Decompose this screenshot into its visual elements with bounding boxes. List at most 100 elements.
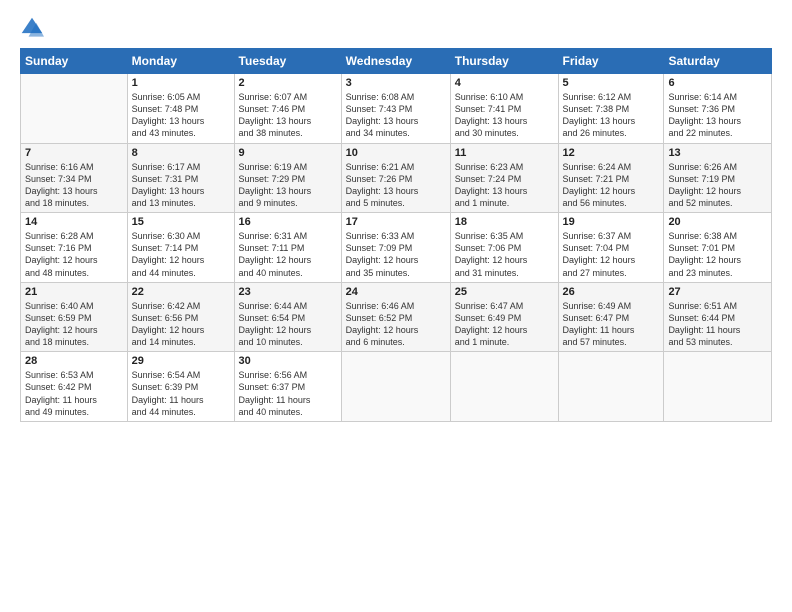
day-number: 15	[132, 216, 230, 228]
calendar-cell: 7 Sunrise: 6:16 AM Sunset: 7:34 PM Daylig…	[21, 143, 128, 213]
calendar-cell: 13 Sunrise: 6:26 AM Sunset: 7:19 PM Dayli…	[664, 143, 772, 213]
day-info: Sunrise: 6:14 AM Sunset: 7:36 PM Dayligh…	[668, 91, 767, 140]
day-info: Sunrise: 6:19 AM Sunset: 7:29 PM Dayligh…	[239, 161, 337, 210]
calendar-cell	[558, 352, 664, 422]
day-info: Sunrise: 6:35 AM Sunset: 7:06 PM Dayligh…	[455, 230, 554, 279]
calendar-cell: 24Sunrise: 6:46 AM Sunset: 6:52 PM Dayli…	[341, 282, 450, 352]
day-info: Sunrise: 6:07 AM Sunset: 7:46 PM Dayligh…	[239, 91, 337, 140]
calendar-cell	[664, 352, 772, 422]
day-info: Sunrise: 6:24 AM Sunset: 7:21 PM Dayligh…	[563, 161, 660, 210]
calendar-cell: 27 Sunrise: 6:51 AM Sunset: 6:44 PM Dayli…	[664, 282, 772, 352]
day-number: 24	[346, 286, 446, 298]
calendar-cell	[21, 74, 128, 144]
day-info: Sunrise: 6:44 AM Sunset: 6:54 PM Dayligh…	[239, 300, 337, 349]
calendar-week-row: 21 Sunrise: 6:40 AM Sunset: 6:59 PM Dayli…	[21, 282, 772, 352]
calendar-cell: 21 Sunrise: 6:40 AM Sunset: 6:59 PM Dayli…	[21, 282, 128, 352]
weekday-header-row: SundayMondayTuesdayWednesdayThursdayFrid…	[21, 49, 772, 74]
day-number: 21	[25, 286, 123, 298]
day-info: Sunrise: 6:33 AM Sunset: 7:09 PM Dayligh…	[346, 230, 446, 279]
weekday-header: Wednesday	[341, 49, 450, 74]
weekday-header: Sunday	[21, 49, 128, 74]
weekday-header: Friday	[558, 49, 664, 74]
day-info: Sunrise: 6:23 AM Sunset: 7:24 PM Dayligh…	[455, 161, 554, 210]
calendar-cell: 15Sunrise: 6:30 AM Sunset: 7:14 PM Dayli…	[127, 213, 234, 283]
day-number: 27	[668, 286, 767, 298]
day-number: 6	[668, 77, 767, 89]
calendar-cell: 26 Sunrise: 6:49 AM Sunset: 6:47 PM Dayli…	[558, 282, 664, 352]
day-number: 10	[346, 147, 446, 159]
day-info: Sunrise: 6:37 AM Sunset: 7:04 PM Dayligh…	[563, 230, 660, 279]
day-info: Sunrise: 6:12 AM Sunset: 7:38 PM Dayligh…	[563, 91, 660, 140]
calendar-cell: 4 Sunrise: 6:10 AM Sunset: 7:41 PM Daylig…	[450, 74, 558, 144]
calendar-cell: 25 Sunrise: 6:47 AM Sunset: 6:49 PM Dayli…	[450, 282, 558, 352]
day-info: Sunrise: 6:40 AM Sunset: 6:59 PM Dayligh…	[25, 300, 123, 349]
calendar-cell: 2Sunrise: 6:07 AM Sunset: 7:46 PM Daylig…	[234, 74, 341, 144]
calendar-cell: 10 Sunrise: 6:21 AM Sunset: 7:26 PM Dayli…	[341, 143, 450, 213]
day-info: Sunrise: 6:38 AM Sunset: 7:01 PM Dayligh…	[668, 230, 767, 279]
calendar-cell: 16 Sunrise: 6:31 AM Sunset: 7:11 PM Dayli…	[234, 213, 341, 283]
calendar-cell: 30 Sunrise: 6:56 AM Sunset: 6:37 PM Dayli…	[234, 352, 341, 422]
day-number: 18	[455, 216, 554, 228]
calendar-table: SundayMondayTuesdayWednesdayThursdayFrid…	[20, 48, 772, 422]
day-number: 20	[668, 216, 767, 228]
weekday-header: Saturday	[664, 49, 772, 74]
calendar-cell: 1Sunrise: 6:05 AM Sunset: 7:48 PM Daylig…	[127, 74, 234, 144]
day-number: 3	[346, 77, 446, 89]
day-info: Sunrise: 6:42 AM Sunset: 6:56 PM Dayligh…	[132, 300, 230, 349]
calendar-cell: 17Sunrise: 6:33 AM Sunset: 7:09 PM Dayli…	[341, 213, 450, 283]
day-info: Sunrise: 6:49 AM Sunset: 6:47 PM Dayligh…	[563, 300, 660, 349]
day-number: 25	[455, 286, 554, 298]
day-number: 26	[563, 286, 660, 298]
calendar-cell: 11 Sunrise: 6:23 AM Sunset: 7:24 PM Dayli…	[450, 143, 558, 213]
day-info: Sunrise: 6:28 AM Sunset: 7:16 PM Dayligh…	[25, 230, 123, 279]
day-info: Sunrise: 6:17 AM Sunset: 7:31 PM Dayligh…	[132, 161, 230, 210]
calendar-cell: 3 Sunrise: 6:08 AM Sunset: 7:43 PM Daylig…	[341, 74, 450, 144]
day-number: 12	[563, 147, 660, 159]
calendar-cell: 8 Sunrise: 6:17 AM Sunset: 7:31 PM Daylig…	[127, 143, 234, 213]
day-info: Sunrise: 6:26 AM Sunset: 7:19 PM Dayligh…	[668, 161, 767, 210]
weekday-header: Tuesday	[234, 49, 341, 74]
day-info: Sunrise: 6:08 AM Sunset: 7:43 PM Dayligh…	[346, 91, 446, 140]
day-number: 22	[132, 286, 230, 298]
day-number: 5	[563, 77, 660, 89]
calendar-cell: 28 Sunrise: 6:53 AM Sunset: 6:42 PM Dayli…	[21, 352, 128, 422]
calendar-cell: 20 Sunrise: 6:38 AM Sunset: 7:01 PM Dayli…	[664, 213, 772, 283]
day-number: 13	[668, 147, 767, 159]
day-info: Sunrise: 6:16 AM Sunset: 7:34 PM Dayligh…	[25, 161, 123, 210]
day-info: Sunrise: 6:10 AM Sunset: 7:41 PM Dayligh…	[455, 91, 554, 140]
day-number: 7	[25, 147, 123, 159]
logo	[20, 16, 48, 40]
logo-icon	[20, 16, 44, 40]
day-number: 23	[239, 286, 337, 298]
page-header	[20, 16, 772, 40]
calendar-cell: 23 Sunrise: 6:44 AM Sunset: 6:54 PM Dayli…	[234, 282, 341, 352]
calendar-cell: 29Sunrise: 6:54 AM Sunset: 6:39 PM Dayli…	[127, 352, 234, 422]
weekday-header: Monday	[127, 49, 234, 74]
day-info: Sunrise: 6:47 AM Sunset: 6:49 PM Dayligh…	[455, 300, 554, 349]
calendar-cell	[450, 352, 558, 422]
day-number: 4	[455, 77, 554, 89]
calendar-cell: 22 Sunrise: 6:42 AM Sunset: 6:56 PM Dayli…	[127, 282, 234, 352]
day-number: 16	[239, 216, 337, 228]
day-info: Sunrise: 6:56 AM Sunset: 6:37 PM Dayligh…	[239, 369, 337, 418]
day-number: 30	[239, 355, 337, 367]
calendar-cell: 14 Sunrise: 6:28 AM Sunset: 7:16 PM Dayli…	[21, 213, 128, 283]
day-info: Sunrise: 6:31 AM Sunset: 7:11 PM Dayligh…	[239, 230, 337, 279]
day-number: 19	[563, 216, 660, 228]
day-number: 14	[25, 216, 123, 228]
day-number: 8	[132, 147, 230, 159]
day-info: Sunrise: 6:21 AM Sunset: 7:26 PM Dayligh…	[346, 161, 446, 210]
calendar-cell: 5 Sunrise: 6:12 AM Sunset: 7:38 PM Daylig…	[558, 74, 664, 144]
calendar-cell: 19 Sunrise: 6:37 AM Sunset: 7:04 PM Dayli…	[558, 213, 664, 283]
day-number: 11	[455, 147, 554, 159]
day-number: 28	[25, 355, 123, 367]
calendar-week-row: 14 Sunrise: 6:28 AM Sunset: 7:16 PM Dayli…	[21, 213, 772, 283]
calendar-cell: 12 Sunrise: 6:24 AM Sunset: 7:21 PM Dayli…	[558, 143, 664, 213]
calendar-cell: 9Sunrise: 6:19 AM Sunset: 7:29 PM Daylig…	[234, 143, 341, 213]
day-info: Sunrise: 6:51 AM Sunset: 6:44 PM Dayligh…	[668, 300, 767, 349]
calendar-cell: 18 Sunrise: 6:35 AM Sunset: 7:06 PM Dayli…	[450, 213, 558, 283]
day-info: Sunrise: 6:05 AM Sunset: 7:48 PM Dayligh…	[132, 91, 230, 140]
calendar-cell: 6 Sunrise: 6:14 AM Sunset: 7:36 PM Daylig…	[664, 74, 772, 144]
day-info: Sunrise: 6:53 AM Sunset: 6:42 PM Dayligh…	[25, 369, 123, 418]
calendar-week-row: 7 Sunrise: 6:16 AM Sunset: 7:34 PM Daylig…	[21, 143, 772, 213]
